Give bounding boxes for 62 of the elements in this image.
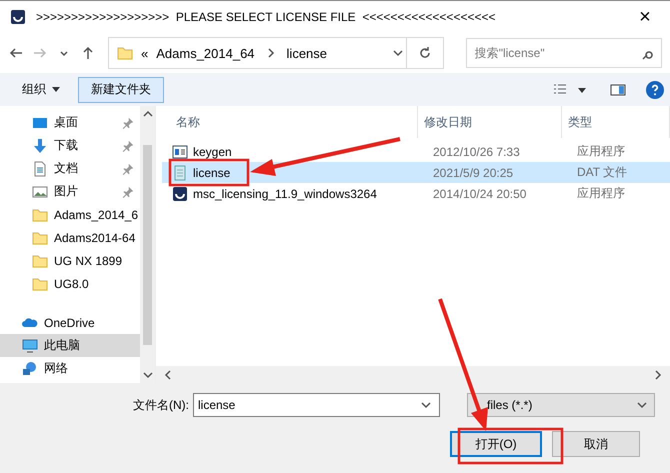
organize-menu[interactable]: 组织 xyxy=(10,76,72,102)
date-cell-text: 2014/10/24 20:50 xyxy=(432,186,528,200)
open-button[interactable]: 打开(O) xyxy=(450,431,542,457)
folder-icon xyxy=(32,230,48,246)
window-icon xyxy=(172,144,188,160)
date-cell-text: 2021/5/9 20:25 xyxy=(432,166,514,180)
overflow-chevron[interactable]: « xyxy=(141,46,148,60)
sidebar-item[interactable]: OneDrive xyxy=(0,311,140,334)
search-field[interactable]: 搜索"license" xyxy=(466,38,662,68)
sidebar-item[interactable]: UG NX 1899 xyxy=(0,249,140,272)
folder-icon xyxy=(32,206,48,222)
filename-label: 文件名(N): xyxy=(133,396,190,414)
cancel-button[interactable]: 取消 xyxy=(552,431,640,457)
sidebar-item[interactable]: 此电脑 xyxy=(0,334,140,357)
file-type-dropdown[interactable]: files (*.*) xyxy=(467,393,655,417)
monitor-icon xyxy=(22,338,38,354)
app-logo-icon xyxy=(10,9,26,25)
help-icon[interactable] xyxy=(646,80,664,98)
folder-icon xyxy=(32,252,48,268)
folder-icon xyxy=(32,276,48,292)
text-file-icon xyxy=(172,164,188,180)
picture-icon xyxy=(32,184,48,200)
sidebar-item[interactable]: 图片 xyxy=(0,180,140,203)
close-button[interactable]: × xyxy=(630,6,660,28)
pin-icon[interactable] xyxy=(122,116,134,128)
file-name: msc_licensing_11.9_windows3264 xyxy=(193,186,377,200)
app-logo-icon xyxy=(172,186,188,202)
scrollbar[interactable] xyxy=(140,106,155,383)
sidebar-item[interactable]: 文档 xyxy=(0,157,140,180)
sidebar-item[interactable]: Adams2014-64 xyxy=(0,226,140,249)
column-header[interactable]: 名称 xyxy=(156,106,418,138)
sidebar-item[interactable]: Adams_2014_6 xyxy=(0,203,140,226)
pin-icon[interactable] xyxy=(122,162,134,174)
date-cell-text: 2012/10/26 7:33 xyxy=(432,144,521,158)
file-name: keygen xyxy=(193,144,232,158)
pin-icon[interactable] xyxy=(122,140,134,152)
filename-field[interactable]: license xyxy=(193,393,440,417)
sidebar-item[interactable]: 桌面 xyxy=(0,111,140,134)
down-arrow-icon xyxy=(32,138,48,154)
type-cell-text: DAT 文件 xyxy=(576,164,628,181)
sidebar-item[interactable]: UG8.0 xyxy=(0,272,140,295)
breadcrumb[interactable]: license xyxy=(286,46,328,60)
type-cell-text: 应用程序 xyxy=(576,185,626,202)
file-row[interactable]: msc_licensing_11.9_windows3264 2014/10/24 20:50 应用程序 xyxy=(162,183,670,204)
new-folder-button[interactable]: 新建文件夹 xyxy=(78,76,164,102)
folder-icon xyxy=(117,45,133,61)
caret-icon[interactable] xyxy=(52,87,60,92)
pin-icon[interactable] xyxy=(122,186,134,198)
address-bar[interactable]: « Adams_2014_64 license xyxy=(108,37,444,69)
file-row[interactable]: keygen 2012/10/26 7:33 应用程序 xyxy=(162,141,670,162)
file-row[interactable]: license 2021/5/9 20:25 DAT 文件 xyxy=(162,162,670,183)
file-name: license xyxy=(193,166,230,180)
column-header[interactable]: 类型 xyxy=(562,106,670,138)
document-icon xyxy=(32,160,48,176)
network-icon xyxy=(22,360,38,376)
sidebar-item[interactable]: 下载 xyxy=(0,134,140,157)
breadcrumb[interactable]: Adams_2014_64 xyxy=(156,46,255,60)
column-header[interactable]: 修改日期 xyxy=(418,106,562,138)
window-title: >>>>>>>>>>>>>>>>>>> PLEASE SELECT LICENSE FILE <<<<<<<<<<<<<<<<<<< xyxy=(36,10,496,24)
preview-pane-icon[interactable] xyxy=(610,82,626,98)
type-cell-text: 应用程序 xyxy=(576,143,626,160)
sidebar-item[interactable]: 网络 xyxy=(0,357,140,380)
